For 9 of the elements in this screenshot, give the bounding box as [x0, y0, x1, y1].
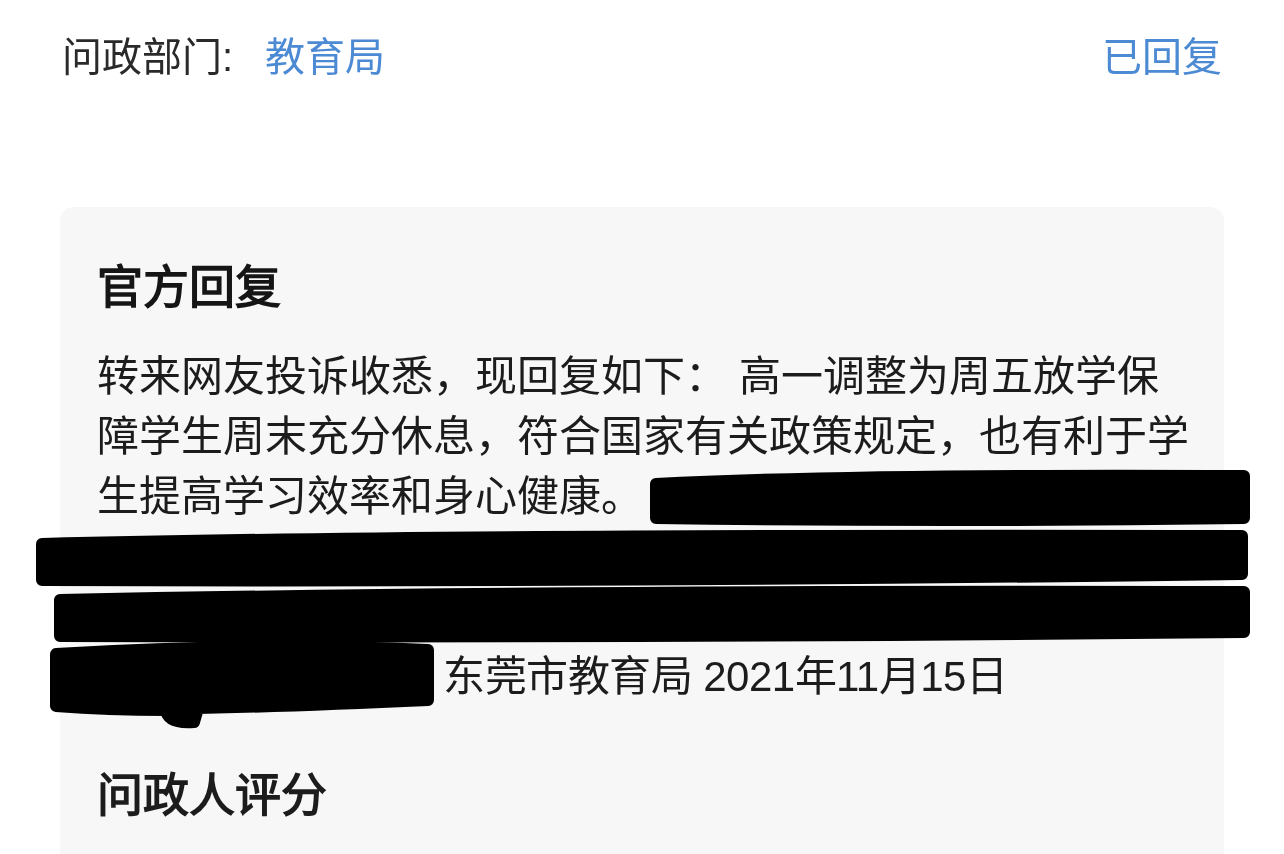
department-label: 问政部门:	[62, 34, 234, 81]
department-name: 教育局	[265, 34, 386, 81]
reply-signature: 东莞市教育局 2021年11月15日	[443, 652, 1008, 702]
section-title: 问政人评分	[97, 768, 328, 822]
section-title: 官方回复	[97, 260, 282, 314]
reply-text-line: 转来网友投诉收悉，现回复如下： 高一调整为周五放学保	[97, 352, 1159, 402]
reply-status: 已回复	[1102, 34, 1222, 81]
reply-text-line: 障学生周末充分休息，符合国家有关政策规定，也有利于学	[97, 412, 1189, 462]
reply-text-line: 生提高学习效率和身心健康。	[97, 472, 643, 522]
